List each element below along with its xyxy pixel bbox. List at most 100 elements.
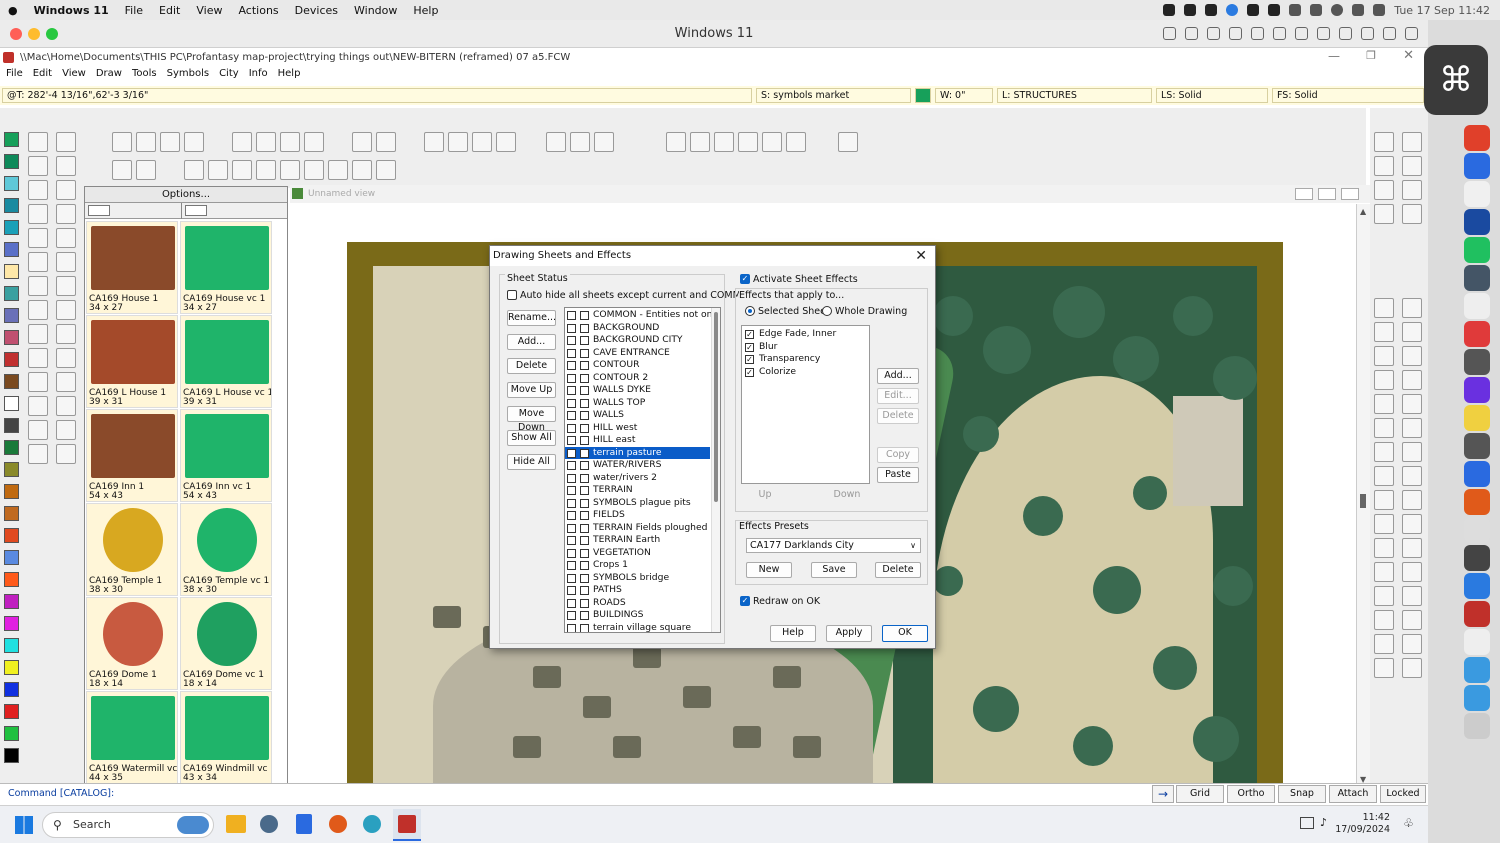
- sheet-visible-checkbox[interactable]: [567, 386, 576, 395]
- dock-app-icon[interactable]: [1464, 601, 1490, 627]
- toolbar-button[interactable]: [136, 160, 156, 180]
- mac-menu-devices[interactable]: Devices: [295, 4, 338, 17]
- sheet-visible-checkbox[interactable]: [567, 361, 576, 370]
- toolbar-button[interactable]: [376, 132, 396, 152]
- sheet-effects-checkbox[interactable]: [580, 348, 589, 358]
- hide-all-button[interactable]: Hide All: [507, 454, 556, 470]
- toolbar-button[interactable]: [570, 132, 590, 152]
- control-center-icon[interactable]: [1373, 4, 1386, 16]
- apple-menu-icon[interactable]: ●: [8, 4, 18, 17]
- width-field[interactable]: W: 0": [935, 88, 993, 103]
- toolbar-button[interactable]: [256, 160, 276, 180]
- menu-symbols[interactable]: Symbols: [167, 68, 209, 84]
- redraw-checkbox[interactable]: ✓: [740, 596, 750, 606]
- sheet-visible-checkbox[interactable]: [567, 486, 576, 495]
- draw-tool-button[interactable]: [1374, 610, 1394, 630]
- sheet-visible-checkbox[interactable]: [567, 461, 576, 470]
- sheet-row[interactable]: TERRAIN Earth: [565, 534, 710, 547]
- dock-app-icon[interactable]: [1464, 209, 1490, 235]
- mac-menu-help[interactable]: Help: [413, 4, 438, 17]
- cc3-restore-icon[interactable]: ❐: [1366, 49, 1376, 62]
- menu-draw[interactable]: Draw: [96, 68, 122, 84]
- color-swatch[interactable]: [4, 220, 19, 235]
- sheet-effects-checkbox[interactable]: [580, 511, 589, 520]
- sheet-field[interactable]: S: symbols market: [756, 88, 911, 103]
- sheet-row[interactable]: TERRAIN Fields ploughed: [565, 522, 710, 535]
- camera-icon[interactable]: [1339, 27, 1352, 40]
- sheet-visible-checkbox[interactable]: [567, 511, 576, 520]
- tray-info-icon[interactable]: [1226, 4, 1239, 16]
- draw-tool-button[interactable]: [28, 396, 48, 416]
- sheet-effects-checkbox[interactable]: [580, 548, 589, 558]
- sheet-effects-checkbox[interactable]: [580, 323, 589, 333]
- draw-tool-button[interactable]: [1402, 346, 1422, 366]
- toolbar-button[interactable]: [546, 132, 566, 152]
- color-swatch[interactable]: [4, 352, 19, 367]
- draw-tool-button[interactable]: [1374, 322, 1394, 342]
- toolbar-button[interactable]: [714, 132, 734, 152]
- cc3-close-icon[interactable]: ✕: [1403, 48, 1414, 63]
- toolbar-button[interactable]: [472, 132, 492, 152]
- help-button[interactable]: Help: [770, 625, 816, 642]
- vertical-scrollbar[interactable]: ▲ ▼: [1356, 204, 1370, 787]
- auto-hide-checkbox[interactable]: [507, 290, 517, 300]
- zoom-tool-button[interactable]: [1374, 156, 1394, 176]
- selected-sheet-radio[interactable]: [745, 306, 755, 316]
- mac-menu-actions[interactable]: Actions: [238, 4, 278, 17]
- tray-app-icon[interactable]: [1163, 4, 1176, 16]
- toolbar-button[interactable]: [280, 132, 300, 152]
- catalog-item[interactable]: CA169 L House 1 39 x 31: [86, 315, 178, 408]
- command-prompt[interactable]: Command [CATALOG]:: [8, 788, 114, 799]
- sheet-row[interactable]: SYMBOLS bridge: [565, 572, 710, 585]
- draw-tool-button[interactable]: [1374, 418, 1394, 438]
- draw-tool-button[interactable]: [1402, 298, 1422, 318]
- sheet-visible-checkbox[interactable]: [567, 423, 576, 433]
- draw-tool-button[interactable]: [28, 324, 48, 344]
- toolbar-button[interactable]: [232, 132, 252, 152]
- draw-tool-button[interactable]: [56, 204, 76, 224]
- view-close-icon[interactable]: [1341, 188, 1359, 200]
- sheet-visible-checkbox[interactable]: [567, 623, 576, 632]
- brave-browser-icon[interactable]: [329, 815, 347, 833]
- sheet-row[interactable]: Crops 1: [565, 559, 710, 572]
- color-swatch[interactable]: [4, 396, 19, 411]
- sheet-effects-checkbox[interactable]: [580, 536, 589, 545]
- draw-tool-button[interactable]: [28, 228, 48, 248]
- dock-app-icon[interactable]: [1464, 405, 1490, 431]
- catalog-item[interactable]: CA169 Windmill vc 43 x 34: [180, 691, 272, 784]
- speaker-icon[interactable]: ♪: [1320, 816, 1327, 829]
- paste-effect-button[interactable]: Paste: [877, 467, 919, 483]
- show-all-button[interactable]: Show All: [507, 430, 556, 446]
- edit-effect-button[interactable]: Edit...: [877, 388, 919, 404]
- sheet-row[interactable]: ROADS: [565, 597, 710, 610]
- draw-tool-button[interactable]: [56, 156, 76, 176]
- mac-datetime[interactable]: Tue 17 Sep 11:42: [1394, 4, 1490, 17]
- toolbar-button[interactable]: [762, 132, 782, 152]
- dock-app-icon[interactable]: [1464, 629, 1490, 655]
- sheet-effects-checkbox[interactable]: [580, 361, 589, 370]
- draw-tool-button[interactable]: [1402, 322, 1422, 342]
- effect-checkbox[interactable]: ✓: [745, 355, 754, 364]
- taskbar-clock[interactable]: 11:42 17/09/2024: [1335, 812, 1390, 836]
- sheet-row[interactable]: WALLS: [565, 409, 710, 422]
- menu-info[interactable]: Info: [249, 68, 268, 84]
- dock-app-icon[interactable]: [1464, 517, 1490, 543]
- toolbar-button[interactable]: [376, 160, 396, 180]
- cc3-app-icon[interactable]: [3, 52, 14, 63]
- draw-tool-button[interactable]: [1402, 490, 1422, 510]
- draw-tool-button[interactable]: [28, 180, 48, 200]
- draw-tool-button[interactable]: [28, 420, 48, 440]
- toolbar-button[interactable]: [256, 132, 276, 152]
- sheet-row[interactable]: WALLS DYKE: [565, 384, 710, 397]
- sheet-effects-checkbox[interactable]: [580, 523, 589, 533]
- toolbar-button[interactable]: [136, 132, 156, 152]
- color-swatch[interactable]: [4, 176, 19, 191]
- scroll-thumb[interactable]: [1360, 494, 1366, 508]
- toolbar-button[interactable]: [352, 160, 372, 180]
- usb-icon[interactable]: [1207, 27, 1220, 40]
- draw-tool-button[interactable]: [28, 156, 48, 176]
- ok-button[interactable]: OK: [882, 625, 928, 642]
- draw-tool-button[interactable]: [1402, 466, 1422, 486]
- sheet-visible-checkbox[interactable]: [567, 448, 576, 458]
- ortho-toggle[interactable]: Ortho: [1227, 785, 1275, 803]
